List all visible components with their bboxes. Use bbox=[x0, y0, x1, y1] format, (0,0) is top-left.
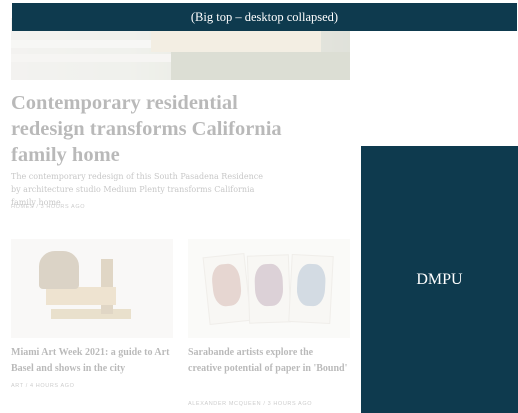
card-image-paper-bound[interactable] bbox=[188, 239, 350, 338]
card-image-art-week[interactable] bbox=[11, 239, 173, 338]
paper-face bbox=[254, 263, 284, 307]
paper-panel bbox=[202, 252, 252, 326]
hero-image-grass bbox=[171, 52, 350, 80]
card-meta: ART / 4 HOURS AGO bbox=[11, 383, 75, 389]
card-category-link[interactable]: ALEXANDER MCQUEEN bbox=[188, 401, 261, 407]
card-title-link[interactable]: Miami Art Week 2021: a guide to Art Base… bbox=[11, 345, 171, 377]
hero-image-step bbox=[11, 40, 161, 48]
paper-face bbox=[210, 262, 243, 308]
sculpture-seat bbox=[46, 287, 116, 305]
big-top-ad-banner[interactable]: (Big top – desktop collapsed) bbox=[12, 3, 517, 31]
article-feed: Contemporary residential redesign transf… bbox=[0, 0, 360, 413]
hero-meta: HOMES / 3 HOURS AGO bbox=[11, 204, 85, 210]
paper-face bbox=[296, 263, 327, 307]
hero-headline-link[interactable]: Contemporary residential redesign transf… bbox=[11, 90, 311, 168]
hero-timestamp: 3 HOURS AGO bbox=[40, 204, 86, 210]
paper-panel bbox=[288, 253, 334, 325]
card-timestamp: 3 HOURS AGO bbox=[267, 401, 313, 407]
card-timestamp: 4 HOURS AGO bbox=[30, 383, 75, 389]
hero-image-step bbox=[11, 54, 181, 62]
sculpture-figure bbox=[39, 251, 79, 289]
sculpture-base bbox=[51, 309, 131, 319]
card-meta: ALEXANDER MCQUEEN / 3 HOURS AGO bbox=[188, 401, 312, 407]
card-title-link[interactable]: Sarabande artists explore the creative p… bbox=[188, 345, 348, 377]
dmpu-ad[interactable]: DMPU bbox=[361, 146, 518, 413]
paper-panel bbox=[246, 254, 292, 324]
card-category-link[interactable]: ART bbox=[11, 383, 24, 389]
hero-category-link[interactable]: HOMES bbox=[11, 204, 34, 210]
